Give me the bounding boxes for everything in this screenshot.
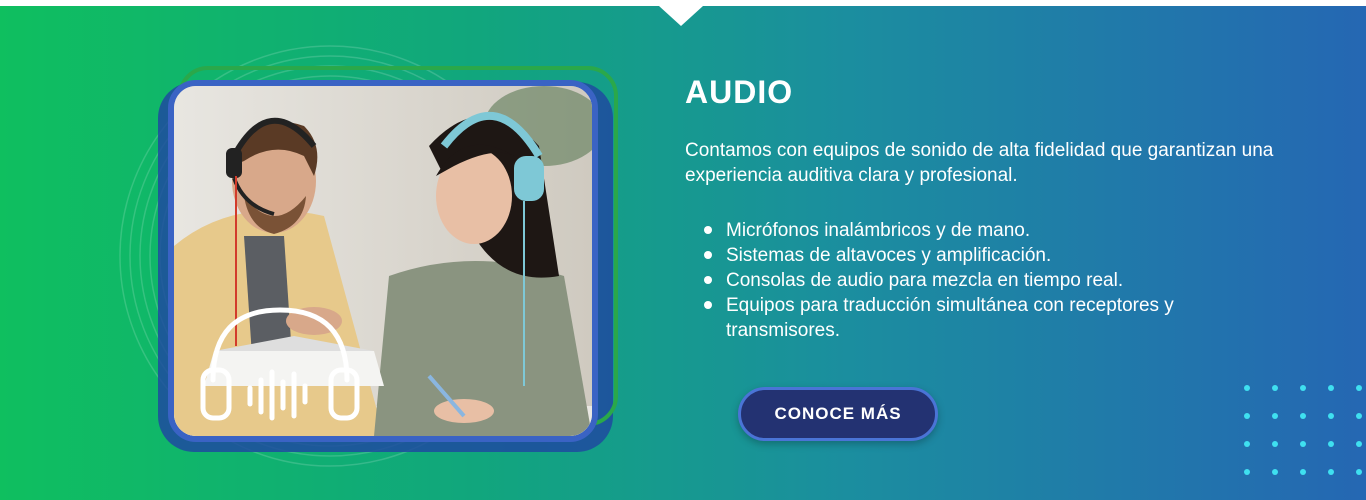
list-item: Consolas de audio para mezcla en tiempo … xyxy=(704,268,1264,293)
headphones-soundwave-icon xyxy=(200,307,360,421)
list-item: Micrófonos inalámbricos y de mano. xyxy=(704,218,1264,243)
dot-grid-decoration xyxy=(1244,385,1366,495)
list-item: Equipos para traducción simultánea con r… xyxy=(704,293,1264,343)
list-item: Sistemas de altavoces y amplificación. xyxy=(704,243,1264,268)
conoce-mas-button[interactable]: CONOCE MÁS xyxy=(738,387,938,441)
section-description: Contamos con equipos de sonido de alta f… xyxy=(685,140,1274,186)
section-notch xyxy=(659,6,703,26)
feature-list: Micrófonos inalámbricos y de mano. Siste… xyxy=(704,218,1264,343)
section-title: AUDIO xyxy=(685,74,794,110)
